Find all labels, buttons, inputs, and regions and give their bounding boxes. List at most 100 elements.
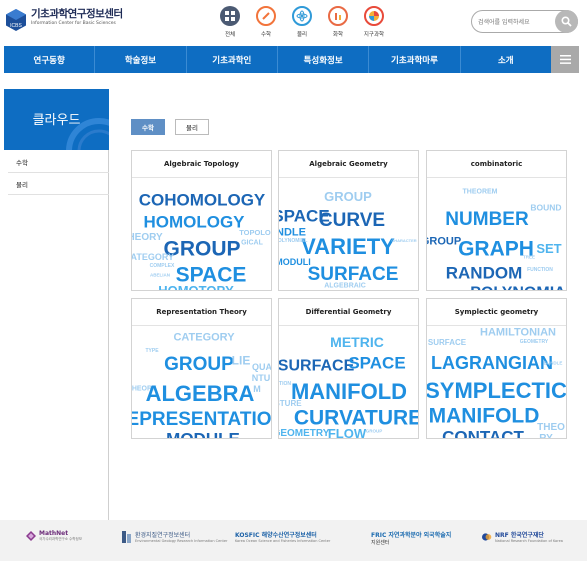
card-title: Algebraic Topology: [132, 151, 271, 178]
cloud-word[interactable]: BOUND: [530, 203, 561, 213]
card-algebraic-topology[interactable]: Algebraic Topology COHOMOLOGY HOMOLOGYTHE…: [131, 150, 272, 291]
nav-science-maru[interactable]: 기초과학마루: [369, 46, 461, 73]
cloud-word[interactable]: TION: [279, 381, 291, 387]
cloud-word[interactable]: MANIFOLD: [291, 379, 407, 404]
category-chemistry[interactable]: 화학: [320, 6, 356, 38]
cloud-word[interactable]: MANIFOLD: [429, 404, 540, 427]
cloud-word[interactable]: VARIETY: [301, 234, 395, 259]
cloud-word[interactable]: SYMPLECTIC: [427, 378, 566, 403]
footer-logo-nrf[interactable]: NRF 한국연구재단 National Research Foundation …: [482, 530, 563, 543]
tab-physics[interactable]: 물리: [175, 119, 209, 135]
cloud-word[interactable]: MODULI: [279, 257, 311, 267]
sidebar: 클라우드 수학 물리: [4, 89, 109, 520]
cloud-word[interactable]: QUA: [252, 362, 271, 372]
search-input[interactable]: [478, 15, 550, 29]
cloud-word[interactable]: GEOMETRY: [520, 339, 549, 345]
cloud-word[interactable]: FLOW: [328, 426, 367, 438]
search-button[interactable]: [555, 10, 578, 33]
cloud-word[interactable]: TYPE: [145, 348, 159, 354]
cloud-word[interactable]: THEOREM: [463, 188, 498, 195]
footer-logo-sub: 지원센터: [371, 540, 390, 546]
cloud-word[interactable]: RY: [539, 433, 553, 438]
cloud-word[interactable]: SURFACE: [279, 357, 355, 374]
footer-logo-geology[interactable]: 환경지질연구정보센터 Environmental Geology Researc…: [122, 530, 227, 543]
menu-button[interactable]: [551, 46, 579, 73]
cloud-word[interactable]: CURVE: [319, 210, 385, 231]
card-algebraic-geometry[interactable]: Algebraic Geometry GROUPSPACECURVEANDLEV…: [278, 150, 419, 291]
cloud-word[interactable]: GROUP: [324, 189, 372, 204]
category-all[interactable]: 전체: [212, 6, 248, 38]
cloud-word[interactable]: SPACE: [348, 353, 405, 372]
cloud-word[interactable]: COHOMOLOGY: [139, 190, 266, 209]
cloud-word[interactable]: SET: [536, 241, 561, 256]
footer-logo-sub: Korea Ocean Science and Fisheries Inform…: [235, 539, 331, 543]
mathnet-logo-icon: [26, 531, 36, 541]
card-representation-theory[interactable]: Representation Theory CATEGORY TYPE GROUP L…: [131, 298, 272, 439]
cloud-word[interactable]: CATEGORY: [173, 332, 235, 344]
cloud-word[interactable]: ALGEBRAIC: [324, 282, 366, 289]
header: ICBS 기초과학연구정보센터 Information Center for B…: [0, 0, 587, 46]
category-math[interactable]: 수학: [248, 6, 284, 38]
cloud-word[interactable]: GEOMETRY: [279, 428, 330, 438]
cloud-word[interactable]: GICAL: [241, 239, 264, 246]
site-logo[interactable]: ICBS 기초과학연구정보센터 Information Center for B…: [5, 8, 123, 32]
cloud-word[interactable]: HOMOTOPY: [158, 283, 234, 290]
cloud-word[interactable]: SURFACE: [428, 338, 467, 347]
cloud-word[interactable]: METRIC: [330, 334, 384, 350]
nav-research-trends[interactable]: 연구동향: [4, 46, 96, 73]
category-physics[interactable]: 물리: [284, 6, 320, 38]
cloud-word[interactable]: BUNDLE: [544, 361, 563, 366]
sidebar-item-math[interactable]: 수학: [8, 152, 109, 173]
cloud-word[interactable]: TOPOLO: [239, 228, 271, 237]
cloud-word[interactable]: CONTACT: [442, 427, 524, 438]
cloud-word[interactable]: CHARACTER: [391, 238, 416, 243]
nav-academic-info[interactable]: 학술정보: [95, 46, 187, 73]
cloud-word[interactable]: THEO: [537, 422, 565, 433]
card-differential-geometry[interactable]: Differential Geometry METRIC SURFACE SPACE…: [278, 298, 419, 439]
card-title: Differential Geometry: [279, 299, 418, 326]
cloud-word[interactable]: REPRESENTATION: [132, 409, 271, 430]
cloud-word[interactable]: ABELIAN: [150, 273, 170, 278]
cloud-word[interactable]: NTU: [252, 373, 271, 383]
cloud-word[interactable]: ALGEBRA: [146, 381, 255, 406]
cloud-word[interactable]: THEORY: [132, 232, 163, 243]
cloud-word[interactable]: GROUP: [163, 237, 240, 260]
cloud-word[interactable]: LAGRANGIAN: [431, 353, 553, 373]
nrf-logo-icon: [482, 532, 492, 541]
card-combinatoric[interactable]: combinatoric THEOREMNUMBERBOUNDGROUPGRAP…: [426, 150, 567, 291]
nav-about[interactable]: 소개: [461, 46, 551, 73]
cloud-word[interactable]: NUMBER: [445, 209, 529, 230]
footer-logo-fric[interactable]: FRIC 자연과학분야 외국학술지 지원센터: [368, 530, 451, 546]
cloud-word[interactable]: FUNCTION: [527, 267, 553, 273]
tab-math[interactable]: 수학: [131, 119, 165, 135]
geology-logo-icon: [122, 530, 131, 543]
cloud-word[interactable]: GROUP: [366, 429, 383, 434]
cloud-word[interactable]: POLYNOMIAL: [279, 238, 307, 244]
cloud-word[interactable]: CATEGORY: [132, 252, 174, 262]
category-earth-science[interactable]: 지구과학: [356, 6, 392, 38]
pencil-icon: [256, 6, 276, 26]
cloud-word[interactable]: LIE: [232, 353, 251, 367]
cloud-word[interactable]: GROUP: [427, 236, 461, 248]
cloud-word[interactable]: HAMILTONIAN: [480, 327, 556, 339]
cloud-word[interactable]: POLYNOMIA: [470, 284, 566, 290]
cloud-word[interactable]: MODULE: [166, 429, 240, 438]
footer-logo-sub: Environmental Geology Research Informati…: [135, 539, 228, 543]
card-symplectic-geometry[interactable]: Symplectic geometry HAMILTONIAN SURFACE GE…: [426, 298, 567, 439]
flask-icon: [328, 6, 348, 26]
card-title: Representation Theory: [132, 299, 271, 326]
nav-scientists[interactable]: 기초과학인: [187, 46, 278, 73]
svg-text:ICBS: ICBS: [10, 23, 22, 29]
search-icon: [561, 16, 572, 27]
nav-special-info[interactable]: 특성화정보: [278, 46, 370, 73]
cloud-word[interactable]: COMPLEX: [150, 263, 175, 269]
footer-logo-mathnet[interactable]: MathNet 국가수리과학연구소 수학정보: [26, 530, 82, 542]
sidebar-item-physics[interactable]: 물리: [8, 174, 109, 195]
footer-logo-kosfic[interactable]: KOSFIC 해양수산연구정보센터 Korea Ocean Science an…: [232, 530, 330, 543]
cloud-word[interactable]: HOMOLOGY: [143, 212, 245, 231]
cloud-word[interactable]: GROUP: [164, 354, 234, 375]
sidebar-title: 클라우드: [32, 113, 81, 128]
cloud-word[interactable]: RANDOM: [446, 263, 523, 282]
cloud-word[interactable]: TREE: [523, 255, 535, 260]
category-label: 지구과학: [363, 32, 385, 38]
